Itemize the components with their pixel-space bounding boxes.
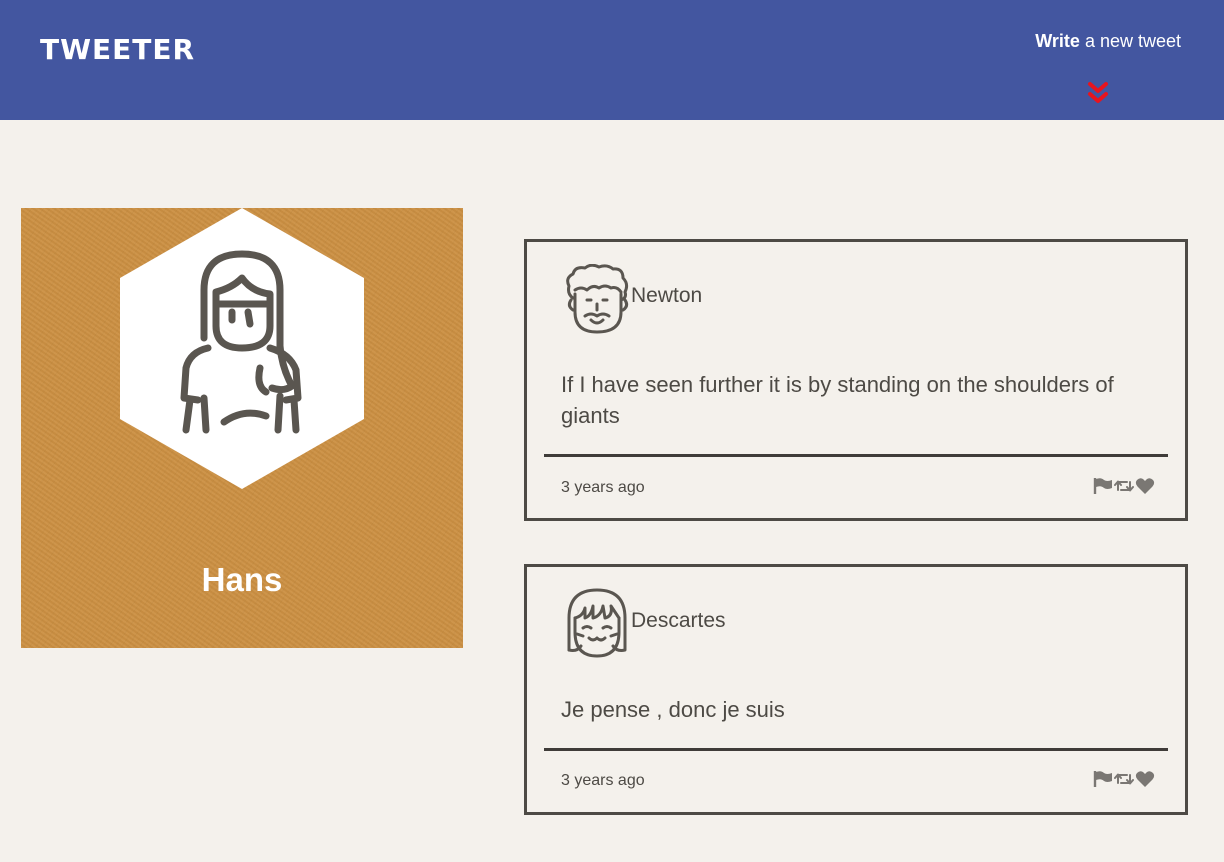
tweet-content: If I have seen further it is by standing… — [561, 372, 1114, 428]
tweet-author[interactable]: Newton — [631, 283, 702, 309]
tweet-divider — [544, 748, 1168, 751]
tweet-actions — [1093, 768, 1155, 790]
tweet-actions — [1093, 475, 1155, 497]
tweet-card: Newton If I have seen further it is by s… — [524, 239, 1188, 521]
flag-icon[interactable] — [1093, 477, 1113, 495]
heart-icon[interactable] — [1135, 477, 1155, 495]
curly-hair-man-icon — [566, 264, 629, 334]
heart-icon[interactable] — [1135, 770, 1155, 788]
tweet-content: Je pense , donc je suis — [561, 697, 785, 722]
flag-icon[interactable] — [1093, 770, 1113, 788]
tweet-timestamp: 3 years ago — [561, 479, 645, 496]
tweet-timestamp: 3 years ago — [561, 772, 645, 789]
retweet-icon[interactable] — [1114, 770, 1134, 788]
brand-logo[interactable]: TWEETER — [40, 33, 195, 67]
write-tweet-button[interactable]: Write a new tweet — [1035, 30, 1181, 52]
retweet-icon[interactable] — [1114, 477, 1134, 495]
top-nav: TWEETER Write a new tweet — [0, 0, 1224, 120]
double-chevron-down-icon[interactable] — [1086, 80, 1110, 106]
profile-card: Hans — [21, 208, 463, 648]
tweet-card: Descartes Je pense , donc je suis 3 year… — [524, 564, 1188, 815]
new-tweet-label: a new tweet — [1079, 31, 1181, 51]
tweet-author[interactable]: Descartes — [631, 608, 726, 634]
profile-avatar — [120, 208, 364, 489]
tweet-divider — [544, 454, 1168, 457]
profile-name: Hans — [201, 561, 283, 598]
write-label: Write — [1035, 31, 1080, 51]
bob-hair-face-icon — [567, 588, 627, 658]
